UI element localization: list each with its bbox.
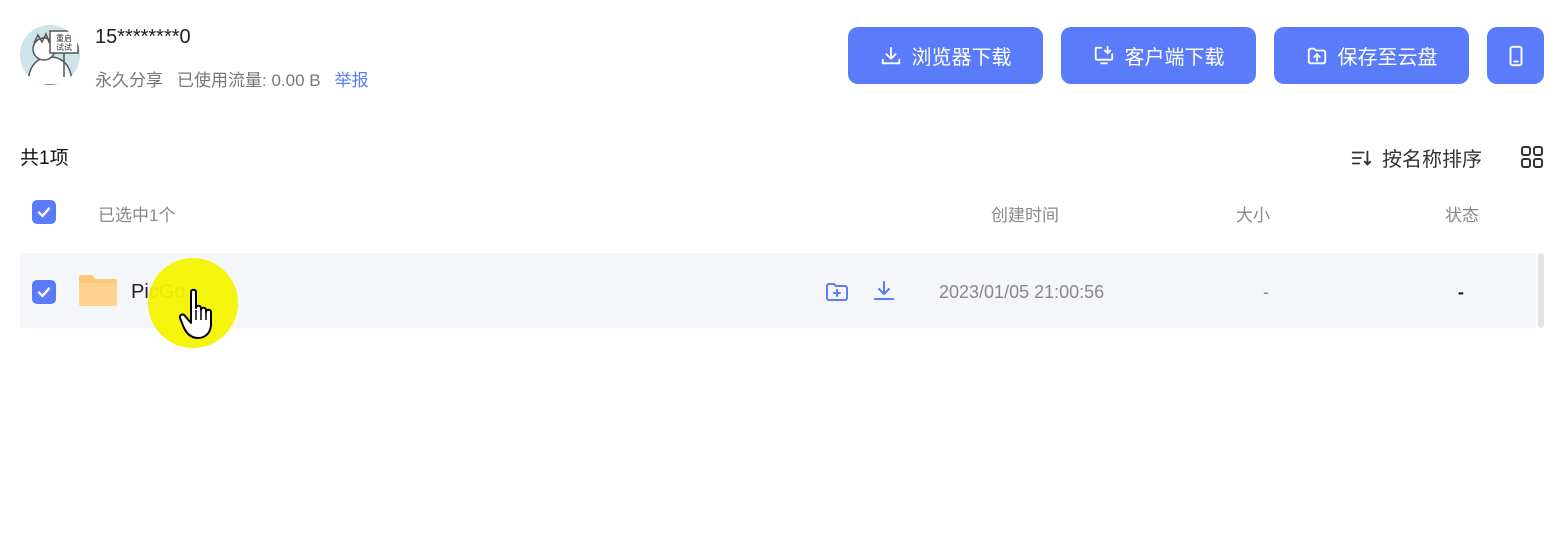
- avatar: 重启 试试: [20, 25, 80, 85]
- upload-folder-icon: [1307, 47, 1326, 64]
- hand-cursor-icon: [178, 288, 216, 340]
- desktop-download-icon: [1094, 45, 1113, 64]
- row-size: -: [1263, 282, 1269, 302]
- row-status: -: [1458, 282, 1464, 302]
- traffic-used: 已使用流量: 0.00 B: [177, 71, 321, 90]
- avatar-sign-text-top: 重启: [56, 33, 72, 43]
- scrollbar[interactable]: [1538, 253, 1544, 328]
- selected-count-header: 已选中1个: [98, 206, 176, 225]
- save-folder-icon[interactable]: [825, 280, 849, 304]
- save-to-cloud-button[interactable]: 保存至云盘: [1274, 27, 1469, 84]
- phone-icon: [1509, 45, 1522, 66]
- table-row[interactable]: [20, 253, 1536, 328]
- browser-download-label: 浏览器下载: [911, 47, 1012, 69]
- grid-view-icon[interactable]: [1520, 145, 1544, 169]
- select-all-checkbox[interactable]: [32, 200, 56, 224]
- size-header[interactable]: 大小: [1236, 201, 1270, 226]
- created-time-header[interactable]: 创建时间: [991, 201, 1059, 226]
- share-meta: 永久分享 已使用流量: 0.00 B 举报: [95, 66, 369, 91]
- folder-icon: [79, 274, 117, 306]
- download-icon: [881, 46, 900, 64]
- avatar-sign-text-bottom: 试试: [56, 42, 72, 52]
- sort-icon: [1351, 150, 1372, 166]
- client-download-button[interactable]: 客户端下载: [1061, 27, 1256, 84]
- download-icon[interactable]: [872, 279, 896, 303]
- report-link[interactable]: 举报: [335, 71, 369, 90]
- save-to-cloud-label: 保存至云盘: [1337, 47, 1438, 69]
- masked-phone: 15********0: [95, 26, 191, 48]
- row-checkbox[interactable]: [32, 280, 56, 304]
- share-type: 永久分享: [95, 71, 163, 90]
- sort-by-name-button[interactable]: 按名称排序: [1350, 143, 1482, 172]
- check-icon: [37, 207, 51, 218]
- total-count: 共1项: [20, 148, 69, 169]
- row-created-time: 2023/01/05 21:00:56: [939, 282, 1105, 302]
- check-icon: [37, 287, 51, 298]
- status-header: 状态: [1445, 206, 1479, 225]
- mobile-view-button[interactable]: [1487, 27, 1544, 84]
- sort-label: 按名称排序: [1382, 149, 1482, 171]
- browser-download-button[interactable]: 浏览器下载: [848, 27, 1043, 84]
- client-download-label: 客户端下载: [1124, 47, 1225, 69]
